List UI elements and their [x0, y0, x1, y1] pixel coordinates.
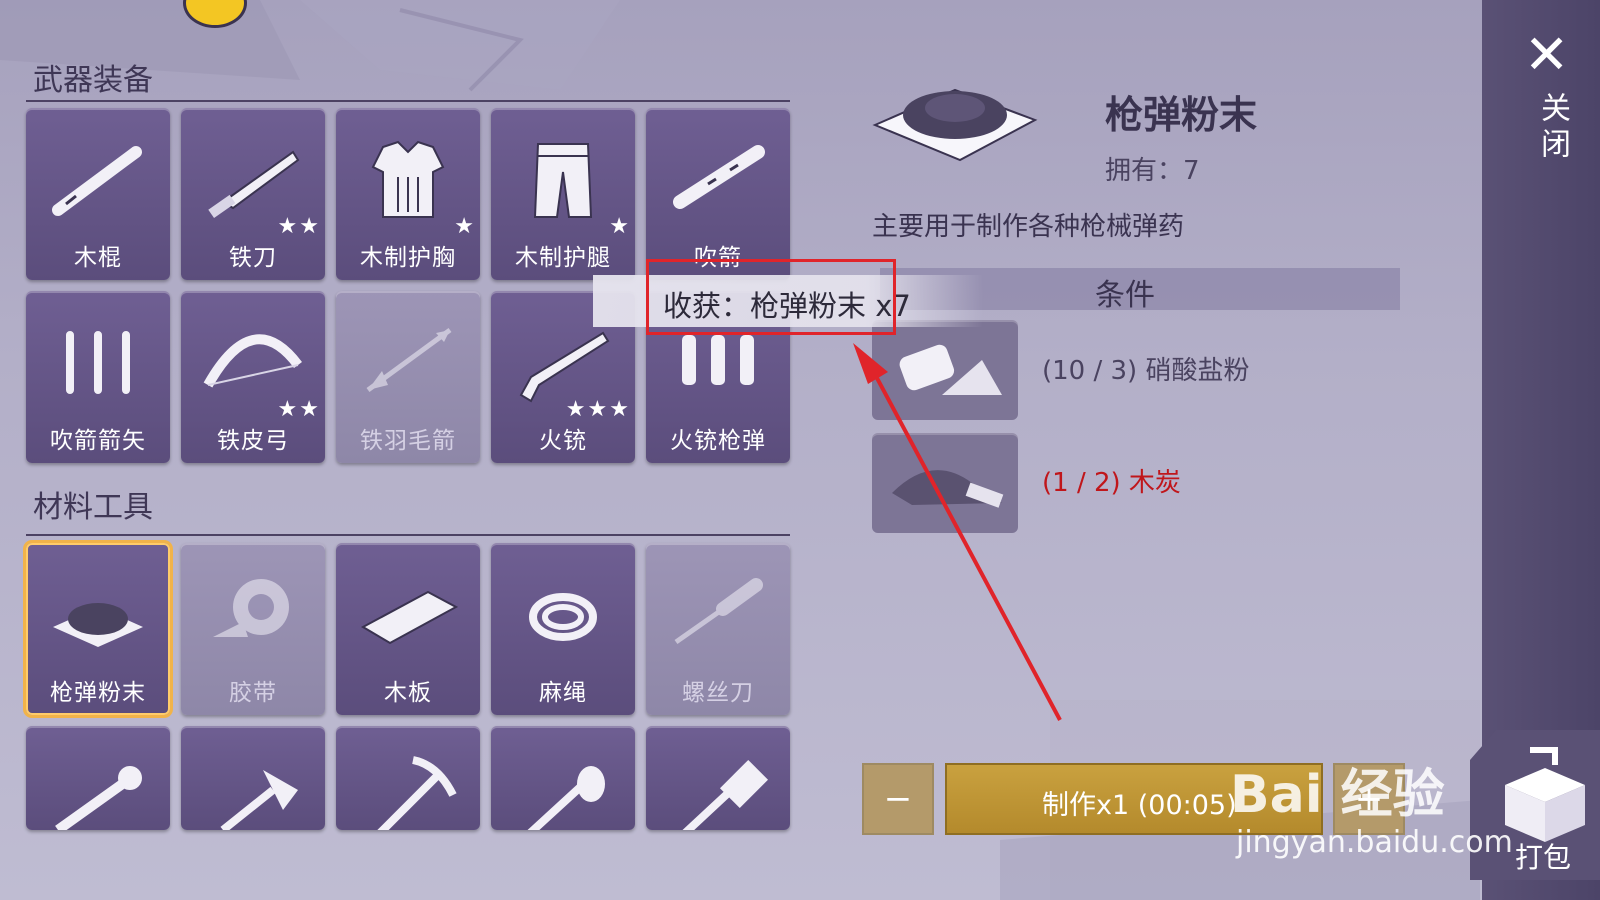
close-icon[interactable]: ✕ — [1524, 28, 1569, 82]
watermark-logo: Bai 经验 — [1230, 765, 1445, 825]
craft-button-label: 制作x1 (00:05) — [1042, 790, 1237, 821]
watermark-url: jingyan.baidu.com — [1236, 825, 1513, 860]
close-button-label[interactable]: 关闭 — [1530, 92, 1574, 164]
decrease-quantity-button[interactable]: − — [862, 763, 934, 835]
pack-button-label[interactable]: 打包 — [1515, 836, 1571, 876]
